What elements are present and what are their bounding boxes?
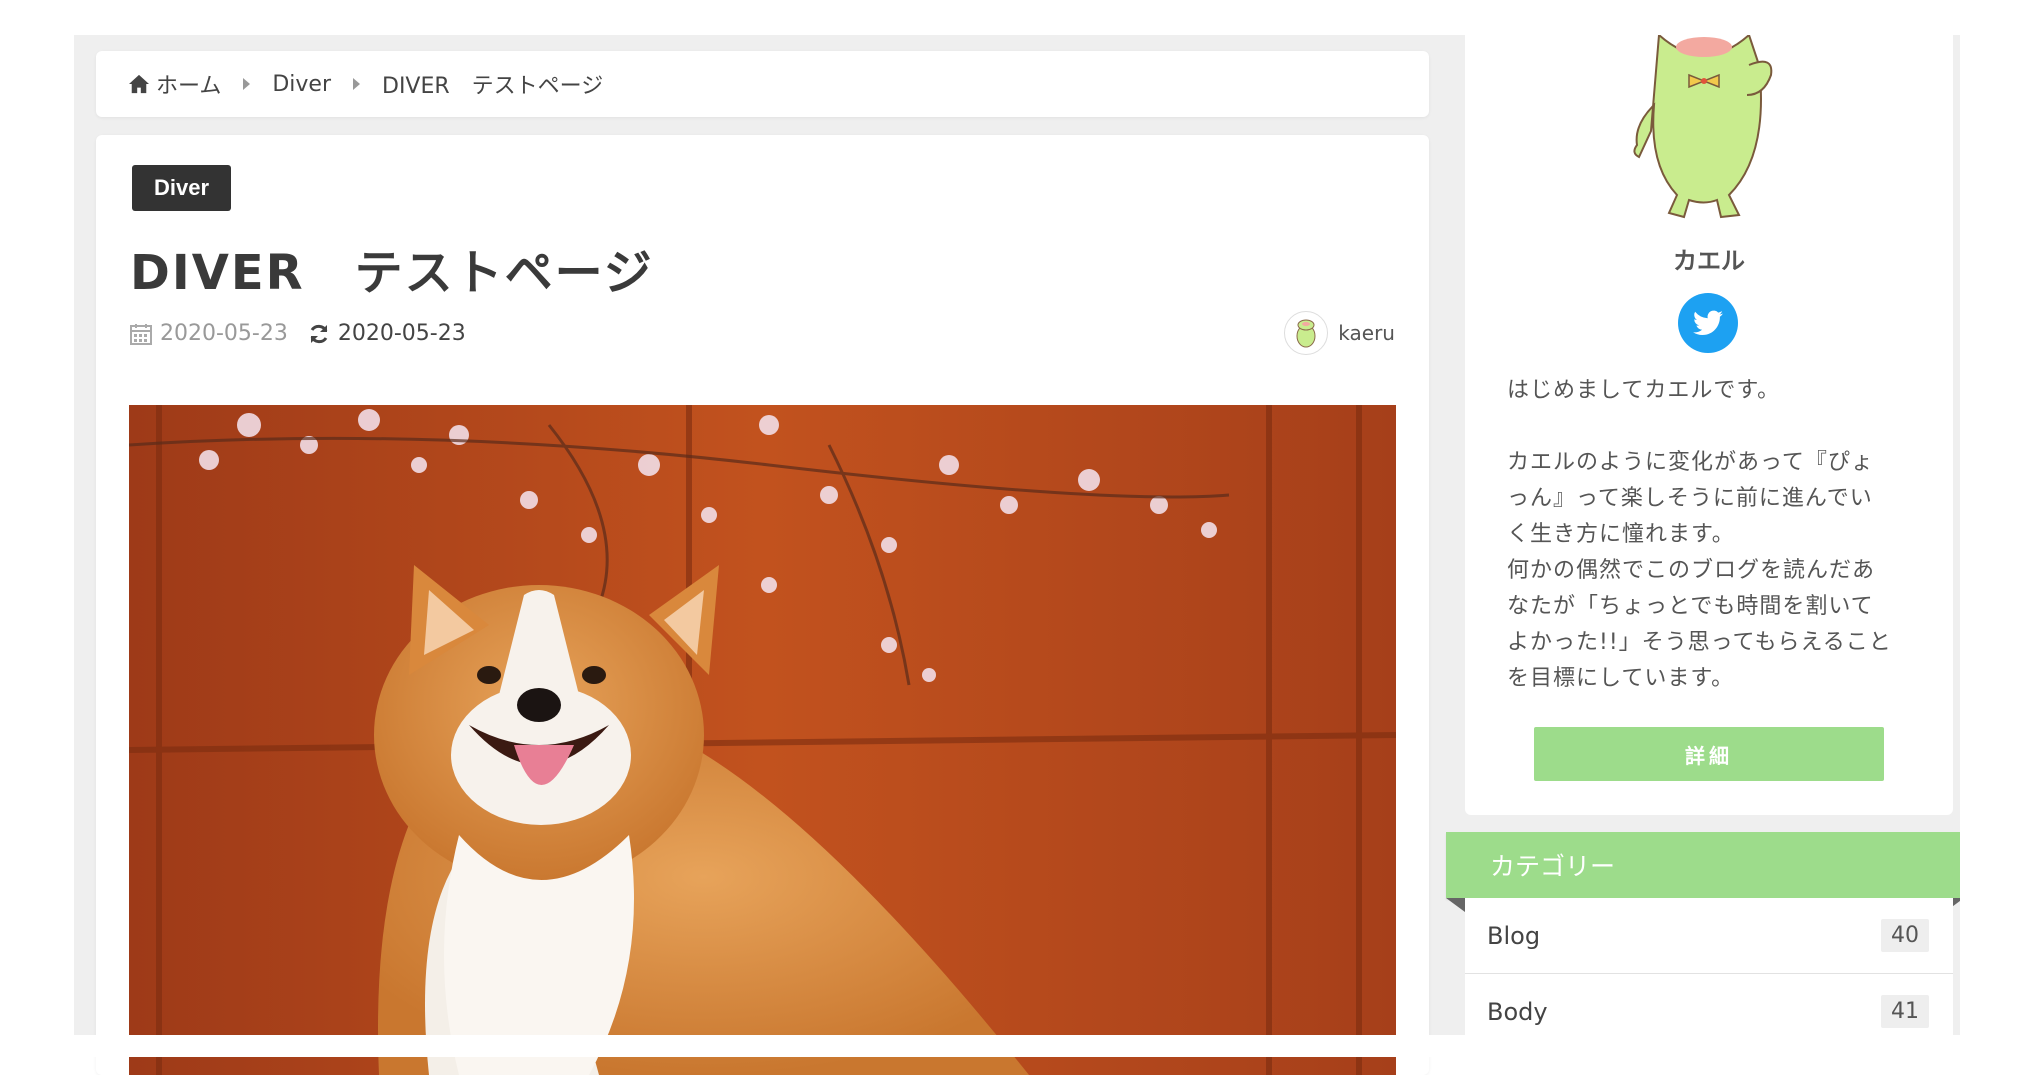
- post-title: DIVER テストページ: [130, 245, 654, 301]
- twitter-icon: [1693, 310, 1723, 335]
- hero-image: [129, 405, 1396, 1075]
- post-meta: 2020-05-23 2020-05-23: [130, 321, 466, 346]
- ribbon-fold-left: [1446, 898, 1465, 912]
- calendar-icon: [130, 323, 152, 345]
- breadcrumb-current: DIVER テストページ: [382, 74, 604, 99]
- author-name: kaeru: [1338, 321, 1395, 345]
- category-count: 40: [1881, 919, 1929, 952]
- corgi-photo: [129, 405, 1396, 1075]
- author-link[interactable]: kaeru: [1284, 311, 1395, 355]
- category-count: 41: [1881, 995, 1929, 1028]
- breadcrumb-home[interactable]: ホーム: [128, 68, 221, 100]
- breadcrumb: ホーム Diver DIVER テストページ: [96, 51, 1429, 117]
- frog-avatar-icon: [1296, 319, 1316, 348]
- category-list: Blog 40 Body 41: [1465, 898, 1953, 1058]
- viewport-right-edge: [1960, 0, 2028, 1057]
- published-date: 2020-05-23: [160, 321, 288, 346]
- author-avatar: [1284, 311, 1329, 355]
- updated-date: 2020-05-23: [337, 321, 466, 346]
- breadcrumb-separator-icon: [243, 78, 251, 90]
- category-item-blog[interactable]: Blog 40: [1465, 898, 1953, 974]
- breadcrumb-separator-icon: [353, 78, 360, 90]
- breadcrumb-category-label: Diver: [272, 71, 331, 97]
- refresh-icon: [310, 324, 328, 343]
- twitter-button[interactable]: [1678, 293, 1738, 353]
- breadcrumb-home-label: ホーム: [156, 74, 222, 99]
- article-card: Diver DIVER テストページ 2020-05-23 2020-05-23: [96, 135, 1429, 1075]
- profile-name: カエル: [1673, 247, 1745, 275]
- category-name: Body: [1487, 997, 1548, 1026]
- category-badge[interactable]: Diver: [132, 165, 232, 211]
- breadcrumb-category[interactable]: Diver: [272, 72, 331, 97]
- profile-bio: はじめましてカエルです。 カエルのように変化があって『ぴょ っん』って楽しそうに…: [1507, 378, 1892, 691]
- category-name: Blog: [1487, 921, 1541, 950]
- profile-detail-button[interactable]: 詳細: [1534, 727, 1884, 781]
- frog-mascot-icon: [1633, 35, 1773, 219]
- viewport-bottom-edge: [0, 1035, 2028, 1057]
- home-icon: [129, 74, 149, 94]
- category-widget-title: カテゴリー: [1446, 832, 1964, 898]
- profile-widget: カエル はじめましてカエルです。 カエルのように変化があって『ぴょ っん』って楽…: [1465, 35, 1953, 815]
